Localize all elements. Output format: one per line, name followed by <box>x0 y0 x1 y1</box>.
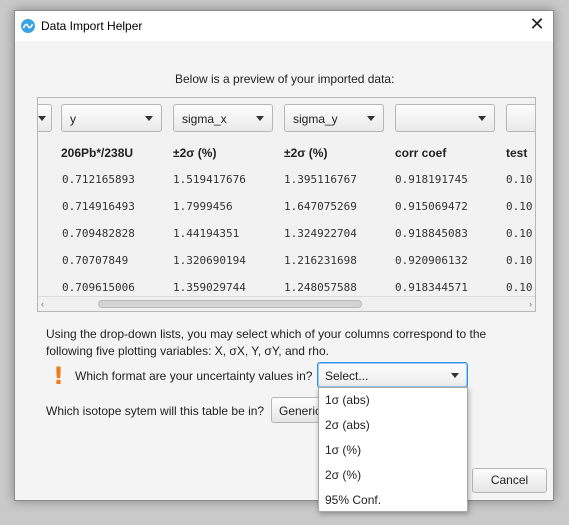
table-cell: 1.359029744 <box>173 281 246 294</box>
table-cell: 0.70707849 <box>62 254 129 267</box>
uncertainty-format-select[interactable]: Select... <box>317 362 468 388</box>
chevron-down-icon <box>145 116 153 121</box>
dialog-window: Data Import Helper ✕ Below is a preview … <box>14 10 554 512</box>
column-select-2[interactable]: sigma_x <box>173 104 273 132</box>
horizontal-scrollbar[interactable]: ‹ › <box>38 296 535 311</box>
column-select-4[interactable] <box>395 104 495 132</box>
scrollbar-thumb[interactable] <box>98 300 362 308</box>
column-select-1[interactable]: y <box>61 104 162 132</box>
table-cell: 1.395116767 <box>284 173 357 186</box>
dropdown-option[interactable]: 2σ (%) <box>325 463 361 488</box>
close-icon[interactable]: ✕ <box>525 14 549 38</box>
column-select-5[interactable] <box>506 104 535 132</box>
column-header: ±2σ (%) <box>173 146 217 160</box>
column-header: corr coef <box>395 146 447 160</box>
column-select-3[interactable]: sigma_y <box>284 104 384 132</box>
column-select-0[interactable] <box>38 104 52 132</box>
dropdown-option[interactable]: 1σ (%) <box>325 438 361 463</box>
chevron-down-icon <box>478 116 486 121</box>
column-header: 206Pb*/238U <box>61 146 134 160</box>
table-cell: 0.10 <box>506 200 533 213</box>
table-cell: 0.10 <box>506 254 533 267</box>
table-cell: 1.216231698 <box>284 254 357 267</box>
data-preview-table: y sigma_x sigma_y 206Pb*/238U ±2σ (%) ±2… <box>37 97 536 312</box>
dropdown-option[interactable]: 1σ (abs) <box>325 388 370 413</box>
table-cell: 1.7999456 <box>173 200 233 213</box>
instructions-text: Using the drop-down lists, you may selec… <box>46 327 487 358</box>
column-select-value: sigma_y <box>293 112 338 126</box>
table-cell: 0.918191745 <box>395 173 468 186</box>
chevron-down-icon <box>451 373 459 378</box>
preview-label: Below is a preview of your imported data… <box>175 72 395 86</box>
column-select-value: y <box>70 112 76 126</box>
chevron-down-icon <box>38 116 46 121</box>
app-icon <box>21 19 35 33</box>
table-cell: 0.915069472 <box>395 200 468 213</box>
table-cell: 1.320690194 <box>173 254 246 267</box>
window-title: Data Import Helper <box>41 19 143 33</box>
isotope-button-label: Generic <box>279 404 322 418</box>
chevron-down-icon <box>367 116 375 121</box>
format-question: Which format are your uncertainty values… <box>75 369 313 383</box>
table-cell: 0.709615006 <box>62 281 135 294</box>
table-cell: 0.920906132 <box>395 254 468 267</box>
table-cell: 0.918344571 <box>395 281 468 294</box>
cancel-button[interactable]: Cancel <box>472 468 547 493</box>
scroll-left-icon[interactable]: ‹ <box>41 297 44 311</box>
table-cell: 0.10 <box>506 281 533 294</box>
format-select-value: Select... <box>325 369 369 383</box>
table-cell: 1.519417676 <box>173 173 246 186</box>
table-cell: 1.324922704 <box>284 227 357 240</box>
table-cell: 0.712165893 <box>62 173 135 186</box>
table-cell: 0.714916493 <box>62 200 135 213</box>
column-header: ±2σ (%) <box>284 146 328 160</box>
table-cell: 0.709482828 <box>62 227 135 240</box>
dropdown-option[interactable]: 2σ (abs) <box>325 413 370 438</box>
column-header: test <box>506 146 528 160</box>
format-dropdown-list: 1σ (abs) 2σ (abs) 1σ (%) 2σ (%) 95% Conf… <box>318 387 468 512</box>
title-bar[interactable]: Data Import Helper ✕ <box>15 11 553 41</box>
warning-icon: ! <box>53 362 64 390</box>
table-cell: 0.10 <box>506 227 533 240</box>
table-cell: 1.44194351 <box>173 227 240 240</box>
table-cell: 0.918845083 <box>395 227 468 240</box>
scroll-right-icon[interactable]: › <box>529 297 532 311</box>
chevron-down-icon <box>256 116 264 121</box>
isotope-question: Which isotope sytem will this table be i… <box>46 404 265 418</box>
table-cell: 1.248057588 <box>284 281 357 294</box>
table-cell: 0.10 <box>506 173 533 186</box>
column-select-value: sigma_x <box>182 112 227 126</box>
dropdown-option[interactable]: 95% Conf. <box>325 488 381 513</box>
table-cell: 1.647075269 <box>284 200 357 213</box>
